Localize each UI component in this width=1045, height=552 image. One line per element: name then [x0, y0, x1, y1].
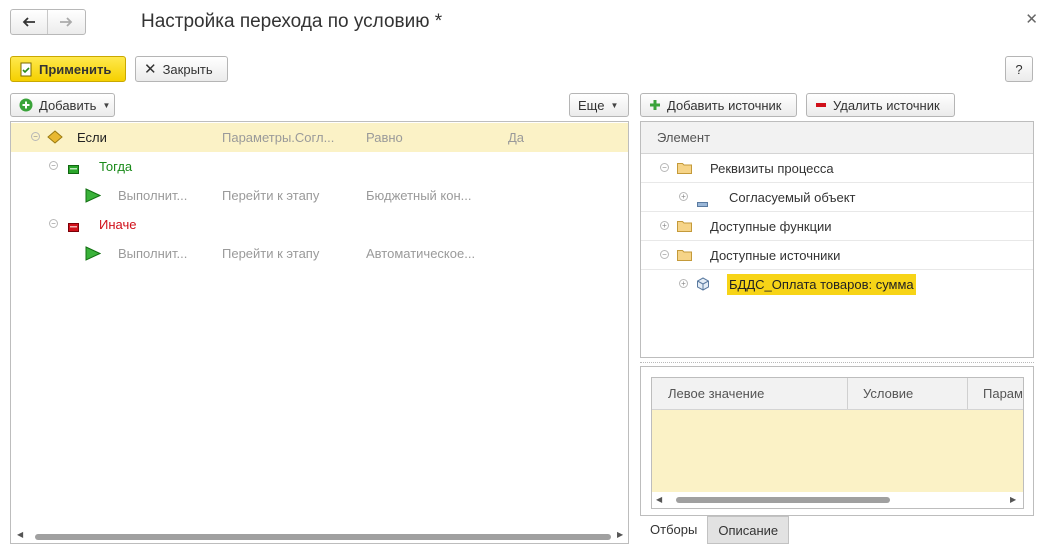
source-tree-row[interactable]: − Реквизиты процесса	[641, 154, 1033, 183]
tab-description[interactable]: Описание	[707, 516, 790, 544]
close-icon: ✕	[1025, 11, 1038, 28]
collapse-icon[interactable]: −	[49, 219, 58, 228]
cube-icon	[696, 277, 710, 294]
scroll-right-icon[interactable]: ▶	[1010, 495, 1016, 504]
add-button[interactable]: Добавить ▼	[10, 93, 115, 117]
navigation-group	[10, 9, 86, 35]
collapse-icon[interactable]: −	[31, 132, 40, 141]
folder-icon	[677, 220, 692, 235]
tree-row-value: Да	[508, 130, 525, 145]
red-block-icon	[68, 220, 79, 235]
tree-row-comparison: Автоматическое...	[366, 246, 476, 261]
tree-row-then[interactable]: − Тогда	[11, 152, 628, 181]
tree-row-action[interactable]: Выполнит... Перейти к этапу Автоматическ…	[11, 239, 628, 268]
source-tree-row[interactable]: + Согласуемый объект	[641, 183, 1033, 212]
folder-icon	[677, 162, 692, 177]
source-tree-label: Доступные функции	[710, 219, 832, 234]
tree-row-parameter: Перейти к этапу	[222, 246, 320, 261]
add-source-button[interactable]: Добавить источник	[640, 93, 797, 117]
close-button[interactable]: ✕ Закрыть	[135, 56, 228, 82]
source-tree-row[interactable]: + БДДС_Оплата товаров: сумма	[641, 270, 1033, 298]
minus-icon	[815, 101, 827, 109]
tree-row-label: Выполнит...	[118, 246, 188, 261]
column-header-left-value[interactable]: Левое значение	[668, 386, 764, 401]
collapse-icon[interactable]: −	[660, 163, 669, 172]
panel-splitter[interactable]	[640, 362, 1034, 363]
tree-row-if[interactable]: − Если Параметры.Согл... Равно Да	[11, 123, 628, 152]
horizontal-scrollbar[interactable]: ◀ ▶	[11, 529, 628, 543]
back-button[interactable]	[11, 10, 47, 34]
tree-row-label: Если	[77, 130, 107, 145]
source-tree-row[interactable]: − Доступные источники	[641, 241, 1033, 270]
expand-icon[interactable]: +	[679, 192, 688, 201]
more-button[interactable]: Еще ▼	[569, 93, 629, 117]
column-header-element: Элемент	[641, 122, 1033, 154]
expand-icon[interactable]: +	[660, 221, 669, 230]
close-label: Закрыть	[162, 61, 213, 77]
column-header-condition[interactable]: Условие	[863, 386, 913, 401]
source-tree-label: БДДС_Оплата товаров: сумма	[727, 274, 916, 295]
help-button[interactable]: ?	[1005, 56, 1033, 82]
tree-row-label: Выполнит...	[118, 188, 188, 203]
source-tree-label: Доступные источники	[710, 248, 841, 263]
more-label: Еще	[578, 97, 605, 113]
dropdown-arrow-icon: ▼	[102, 100, 111, 110]
page-title: Настройка перехода по условию *	[141, 11, 443, 32]
scroll-right-icon[interactable]: ▶	[617, 530, 623, 539]
folder-icon	[677, 249, 692, 264]
source-tree: Элемент − Реквизиты процесса + Согласуем…	[640, 121, 1034, 358]
expand-icon[interactable]: +	[679, 279, 688, 288]
scroll-left-icon[interactable]: ◀	[656, 495, 662, 504]
condition-tree: − Если Параметры.Согл... Равно Да − Тогд…	[10, 121, 629, 544]
scrollbar-thumb[interactable]	[35, 534, 611, 540]
scroll-left-icon[interactable]: ◀	[17, 530, 23, 539]
apply-label: Применить	[39, 61, 112, 77]
arrow-left-icon	[22, 17, 35, 27]
collapse-icon[interactable]: −	[49, 161, 58, 170]
plus-icon	[649, 99, 661, 111]
apply-button[interactable]: Применить	[10, 56, 126, 82]
plus-circle-icon	[19, 98, 33, 112]
close-window-button[interactable]: ✕	[1025, 10, 1038, 28]
remove-source-label: Удалить источник	[833, 97, 940, 113]
tab-filters[interactable]: Отборы	[640, 516, 707, 544]
filter-grid-body[interactable]	[652, 410, 1023, 492]
source-tree-row[interactable]: + Доступные функции	[641, 212, 1033, 241]
close-icon: ✕	[144, 61, 157, 78]
column-header-parameter[interactable]: Парам	[983, 386, 1023, 401]
remove-source-button[interactable]: Удалить источник	[806, 93, 955, 117]
scrollbar-thumb[interactable]	[676, 497, 890, 503]
filter-grid-header: Левое значение Условие Парам	[652, 378, 1023, 410]
filter-panel: Левое значение Условие Парам ◀ ▶	[640, 366, 1034, 516]
add-source-label: Добавить источник	[667, 97, 782, 113]
green-block-icon	[68, 162, 79, 177]
horizontal-scrollbar[interactable]: ◀ ▶	[652, 492, 1023, 508]
tree-row-else[interactable]: − Иначе	[11, 210, 628, 239]
tree-row-parameter: Перейти к этапу	[222, 188, 320, 203]
dropdown-arrow-icon: ▼	[610, 100, 619, 110]
tree-row-comparison: Бюджетный кон...	[366, 188, 472, 203]
help-label: ?	[1015, 61, 1023, 77]
filter-grid: Левое значение Условие Парам ◀ ▶	[651, 377, 1024, 509]
arrow-right-icon	[60, 17, 73, 27]
document-check-icon	[19, 62, 33, 77]
tree-row-label: Тогда	[99, 159, 133, 174]
play-icon	[85, 246, 102, 264]
collapse-icon[interactable]: −	[660, 250, 669, 259]
play-icon	[85, 188, 102, 206]
add-label: Добавить	[39, 97, 97, 113]
attribute-icon	[697, 195, 708, 210]
source-tree-label: Согласуемый объект	[729, 190, 856, 205]
forward-button[interactable]	[48, 10, 84, 34]
tree-row-action[interactable]: Выполнит... Перейти к этапу Бюджетный ко…	[11, 181, 628, 210]
source-tree-label: Реквизиты процесса	[710, 161, 834, 176]
tree-row-label: Иначе	[99, 217, 137, 232]
tree-row-comparison: Равно	[366, 130, 403, 145]
tree-row-parameter: Параметры.Согл...	[222, 130, 335, 145]
bottom-tabs: Отборы Описание	[640, 516, 790, 544]
diamond-icon	[47, 130, 63, 147]
